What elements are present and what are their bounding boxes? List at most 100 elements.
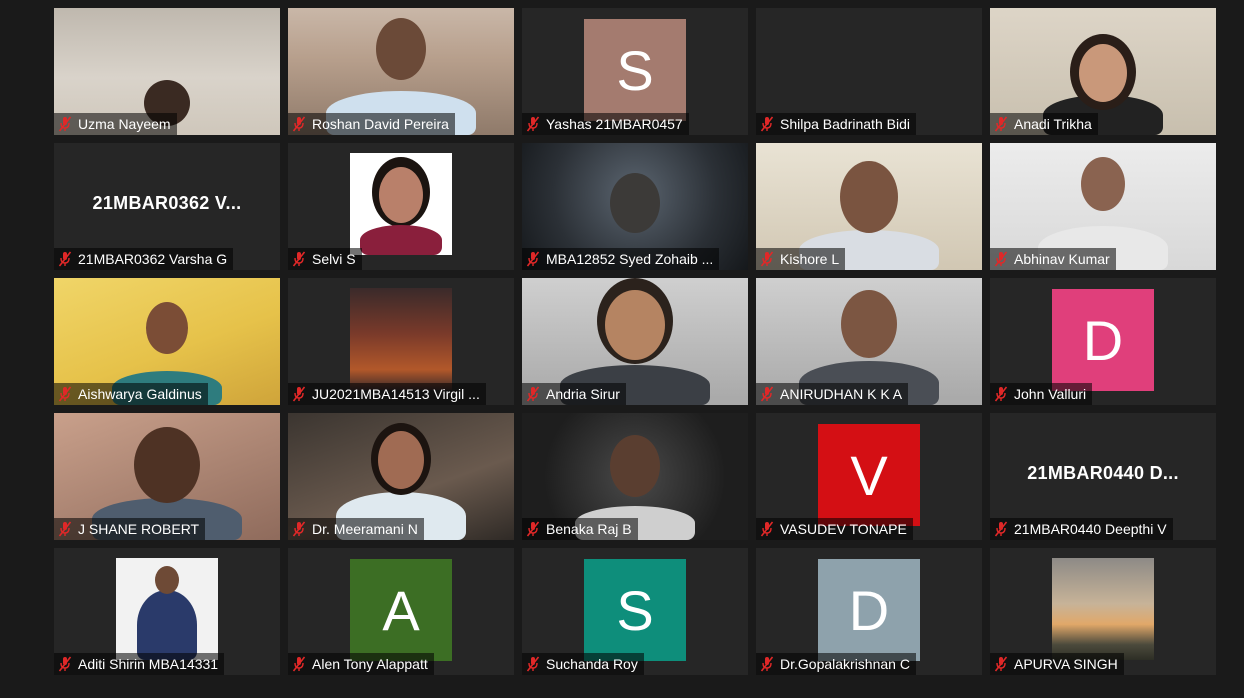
name-label: Benaka Raj B bbox=[522, 518, 638, 540]
person-head bbox=[840, 161, 898, 233]
participant-tile[interactable]: Andria Sirur bbox=[522, 278, 748, 405]
participant-name: Shilpa Badrinath Bidi bbox=[780, 116, 910, 132]
name-label: Uzma Nayeem bbox=[54, 113, 177, 135]
name-label: APURVA SINGH bbox=[990, 653, 1124, 675]
mic-muted-icon[interactable] bbox=[760, 521, 774, 537]
participant-tile[interactable]: Kishore L bbox=[756, 143, 982, 270]
person-face bbox=[1079, 44, 1127, 102]
name-label: Abhinav Kumar bbox=[990, 248, 1116, 270]
mic-muted-icon[interactable] bbox=[292, 656, 306, 672]
participant-name: Andria Sirur bbox=[546, 386, 620, 402]
participant-tile[interactable]: Selvi S bbox=[288, 143, 514, 270]
avatar: A bbox=[350, 559, 452, 661]
mic-muted-icon[interactable] bbox=[760, 116, 774, 132]
participant-name: MBA12852 Syed Zohaib ... bbox=[546, 251, 714, 267]
participant-tile[interactable]: V VASUDEV TONAPE bbox=[756, 413, 982, 540]
mic-muted-icon[interactable] bbox=[526, 656, 540, 672]
person-silhouette bbox=[137, 590, 197, 660]
participant-name: Abhinav Kumar bbox=[1014, 251, 1110, 267]
mic-muted-icon[interactable] bbox=[994, 251, 1008, 267]
participant-tile[interactable]: MBA12852 Syed Zohaib ... bbox=[522, 143, 748, 270]
participant-name: Benaka Raj B bbox=[546, 521, 632, 537]
mic-muted-icon[interactable] bbox=[526, 521, 540, 537]
video-gallery: Uzma Nayeem Roshan David Pereira S Yasha… bbox=[54, 8, 1216, 675]
mic-muted-icon[interactable] bbox=[526, 116, 540, 132]
person-head bbox=[841, 290, 897, 358]
mic-muted-icon[interactable] bbox=[760, 656, 774, 672]
participant-tile[interactable]: Shilpa Badrinath Bidi bbox=[756, 8, 982, 135]
mic-muted-icon[interactable] bbox=[292, 521, 306, 537]
mic-muted-icon[interactable] bbox=[760, 251, 774, 267]
mic-muted-icon[interactable] bbox=[526, 251, 540, 267]
mic-muted-icon[interactable] bbox=[994, 116, 1008, 132]
mic-muted-icon[interactable] bbox=[58, 251, 72, 267]
avatar: S bbox=[584, 559, 686, 661]
name-label: VASUDEV TONAPE bbox=[756, 518, 913, 540]
person-head bbox=[610, 435, 660, 497]
mic-muted-icon[interactable] bbox=[292, 386, 306, 402]
mic-muted-icon[interactable] bbox=[58, 521, 72, 537]
person-head bbox=[1081, 157, 1125, 211]
participant-name: Roshan David Pereira bbox=[312, 116, 449, 132]
mic-muted-icon[interactable] bbox=[526, 386, 540, 402]
participant-tile[interactable]: D John Valluri bbox=[990, 278, 1216, 405]
participant-tile[interactable]: A Alen Tony Alappatt bbox=[288, 548, 514, 675]
person-head bbox=[146, 302, 188, 354]
name-label: Alen Tony Alappatt bbox=[288, 653, 434, 675]
name-label: Selvi S bbox=[288, 248, 362, 270]
participant-tile[interactable]: ANIRUDHAN K K A bbox=[756, 278, 982, 405]
name-label: Yashas 21MBAR0457 bbox=[522, 113, 689, 135]
participant-name: Dr.Gopalakrishnan C bbox=[780, 656, 910, 672]
mic-muted-icon[interactable] bbox=[994, 386, 1008, 402]
name-label: Suchanda Roy bbox=[522, 653, 644, 675]
participant-tile[interactable]: JU2021MBA14513 Virgil ... bbox=[288, 278, 514, 405]
participant-tile[interactable]: Aishwarya Galdinus bbox=[54, 278, 280, 405]
participant-tile[interactable]: Benaka Raj B bbox=[522, 413, 748, 540]
person-head bbox=[134, 427, 200, 503]
participant-tile[interactable]: Aditi Shirin MBA14331 bbox=[54, 548, 280, 675]
participant-tile[interactable]: APURVA SINGH bbox=[990, 548, 1216, 675]
participant-name: JU2021MBA14513 Virgil ... bbox=[312, 386, 480, 402]
participant-name: J SHANE ROBERT bbox=[78, 521, 200, 537]
participant-name: Aishwarya Galdinus bbox=[78, 386, 202, 402]
avatar: D bbox=[818, 559, 920, 661]
participant-name: Anadi Trikha bbox=[1014, 116, 1092, 132]
name-label: 21MBAR0440 Deepthi V bbox=[990, 518, 1173, 540]
participant-tile[interactable]: 21MBAR0440 D... 21MBAR0440 Deepthi V bbox=[990, 413, 1216, 540]
mic-muted-icon[interactable] bbox=[58, 656, 72, 672]
participant-name: Kishore L bbox=[780, 251, 840, 267]
mic-muted-icon[interactable] bbox=[994, 656, 1008, 672]
participant-name: Aditi Shirin MBA14331 bbox=[78, 656, 219, 672]
mic-muted-icon[interactable] bbox=[58, 386, 72, 402]
mic-muted-icon[interactable] bbox=[292, 116, 306, 132]
profile-picture bbox=[350, 288, 452, 390]
participant-name: Yashas 21MBAR0457 bbox=[546, 116, 683, 132]
profile-picture bbox=[116, 558, 218, 660]
participant-tile[interactable]: Anadi Trikha bbox=[990, 8, 1216, 135]
participant-tile[interactable]: Uzma Nayeem bbox=[54, 8, 280, 135]
participant-name: ANIRUDHAN K K A bbox=[780, 386, 903, 402]
participant-tile[interactable]: S Suchanda Roy bbox=[522, 548, 748, 675]
participant-name: VASUDEV TONAPE bbox=[780, 521, 907, 537]
participant-display-name: 21MBAR0440 D... bbox=[1027, 463, 1179, 483]
avatar-letter: D bbox=[848, 578, 890, 642]
participant-tile[interactable]: Roshan David Pereira bbox=[288, 8, 514, 135]
participant-name: Suchanda Roy bbox=[546, 656, 638, 672]
name-label: Dr. Meeramani N bbox=[288, 518, 424, 540]
participant-tile[interactable]: S Yashas 21MBAR0457 bbox=[522, 8, 748, 135]
participant-tile[interactable]: J SHANE ROBERT bbox=[54, 413, 280, 540]
participant-tile[interactable]: Dr. Meeramani N bbox=[288, 413, 514, 540]
participant-tile[interactable]: D Dr.Gopalakrishnan C bbox=[756, 548, 982, 675]
name-label: Dr.Gopalakrishnan C bbox=[756, 653, 916, 675]
participant-name: Dr. Meeramani N bbox=[312, 521, 418, 537]
mic-muted-icon[interactable] bbox=[994, 521, 1008, 537]
participant-tile[interactable]: Abhinav Kumar bbox=[990, 143, 1216, 270]
participant-name: Alen Tony Alappatt bbox=[312, 656, 428, 672]
participant-tile[interactable]: 21MBAR0362 V... 21MBAR0362 Varsha G bbox=[54, 143, 280, 270]
mic-muted-icon[interactable] bbox=[58, 116, 72, 132]
mic-muted-icon[interactable] bbox=[760, 386, 774, 402]
mic-muted-icon[interactable] bbox=[292, 251, 306, 267]
person-head bbox=[376, 18, 426, 80]
participant-display-name: 21MBAR0362 V... bbox=[92, 193, 242, 213]
name-label: J SHANE ROBERT bbox=[54, 518, 206, 540]
